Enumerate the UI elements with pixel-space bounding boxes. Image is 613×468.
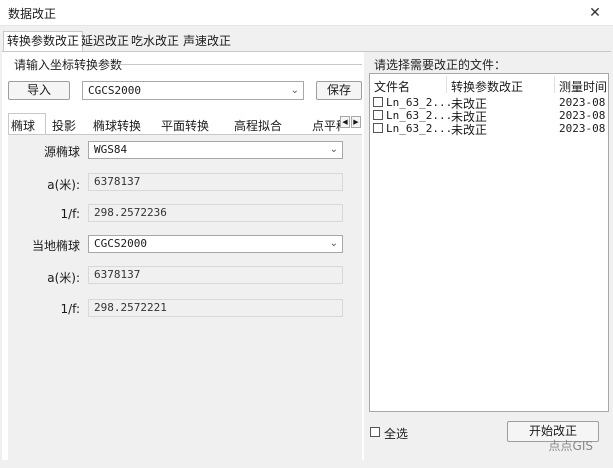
column-header-time[interactable]: 测量时间 (559, 78, 607, 95)
source-a-label: a(米): (47, 178, 80, 192)
row-time: 2023-08-1 (559, 109, 607, 122)
window-title: 数据改正 (8, 7, 57, 21)
import-button[interactable]: 导入 (8, 81, 70, 100)
subtab-divider (8, 134, 362, 135)
column-separator (554, 76, 555, 93)
subtab-point-translation[interactable]: 点平移 (312, 117, 340, 134)
subtab-plane-transform[interactable]: 平面转换 (161, 117, 209, 134)
source-f-field: 298.2572236 (88, 204, 343, 222)
source-ellipsoid-label: 源椭球 (43, 145, 80, 159)
chevron-down-icon: ⌄ (329, 238, 338, 249)
subtab-projection[interactable]: 投影 (52, 117, 76, 134)
group-rule (112, 64, 362, 65)
row-checkbox[interactable] (373, 110, 383, 120)
watermark: 点点GIS (548, 439, 593, 453)
row-time: 2023-08-1 (559, 96, 607, 109)
tab-sound-speed-correction[interactable]: 声速改正 (180, 32, 234, 51)
local-f-field: 298.2572221 (88, 299, 343, 317)
row-filename[interactable]: Ln_63_2... (386, 109, 452, 122)
right-section-title: 请选择需要改正的文件： (374, 58, 507, 72)
row-checkbox[interactable] (373, 123, 383, 133)
title-bar (0, 0, 613, 26)
save-button[interactable]: 保存 (316, 81, 362, 100)
local-ellipsoid-label: 当地椭球 (31, 239, 80, 253)
local-a-field: 6378137 (88, 266, 343, 284)
local-a-label: a(米): (47, 271, 80, 285)
chevron-down-icon: ⌄ (329, 144, 338, 155)
row-checkbox[interactable] (373, 97, 383, 107)
select-all-label[interactable]: 全选 (384, 425, 408, 442)
row-filename[interactable]: Ln_63_2... (386, 96, 452, 109)
scroll-right-icon[interactable]: ▶ (351, 116, 361, 128)
left-section-title: 请输入坐标转换参数 (14, 58, 123, 72)
close-icon[interactable]: ✕ (585, 3, 605, 23)
preset-select[interactable]: CGCS2000 ⌄ (82, 81, 304, 100)
column-header-status[interactable]: 转换参数改正 (451, 78, 523, 95)
select-all-checkbox[interactable] (370, 427, 380, 437)
tab-draft-correction[interactable]: 吃水改正 (128, 32, 182, 51)
chevron-down-icon: ⌄ (290, 85, 299, 96)
preset-value: CGCS2000 (88, 84, 141, 97)
row-filename[interactable]: Ln_63_2... (386, 122, 452, 135)
local-ellipsoid-value: CGCS2000 (94, 237, 147, 250)
local-ellipsoid-select[interactable]: CGCS2000 ⌄ (88, 235, 343, 253)
column-header-filename[interactable]: 文件名 (374, 78, 410, 95)
source-a-field: 6378137 (88, 173, 343, 191)
local-f-label: 1/f: (60, 302, 80, 316)
source-ellipsoid-select[interactable]: WGS84 ⌄ (88, 141, 343, 159)
row-status: 未改正 (451, 123, 488, 137)
column-separator (446, 76, 447, 93)
scroll-left-icon[interactable]: ◀ (340, 116, 350, 128)
tab-delay-correction[interactable]: 延迟改正 (78, 32, 132, 51)
subtab-ellipsoid-transform[interactable]: 椭球转换 (93, 117, 141, 134)
subtab-height-fitting[interactable]: 高程拟合 (234, 117, 282, 134)
source-ellipsoid-value: WGS84 (94, 143, 128, 156)
source-f-label: 1/f: (60, 207, 80, 221)
row-time: 2023-08-1 (559, 122, 607, 135)
subtab-ellipsoid[interactable]: 椭球 (11, 117, 35, 134)
tab-transform-correction[interactable]: 转换参数改正 (3, 31, 84, 51)
